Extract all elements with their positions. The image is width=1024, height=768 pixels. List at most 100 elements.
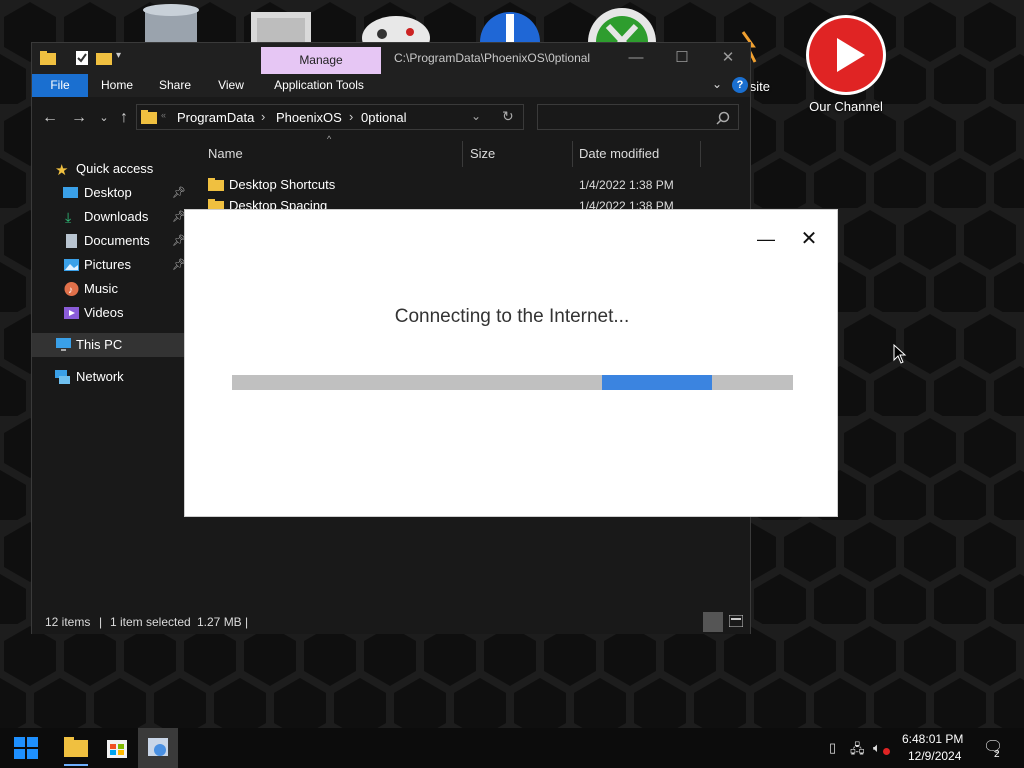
file-name: Desktop Shortcuts — [229, 177, 336, 192]
column-header-name[interactable]: Name — [208, 146, 243, 161]
star-icon: ★ — [55, 162, 69, 179]
nav-network[interactable]: Network — [32, 365, 188, 389]
music-icon: ♪ — [64, 282, 79, 296]
game-controller-icon[interactable] — [348, 0, 444, 60]
nav-downloads[interactable]: ⤓ Downloads 📌︎ — [32, 205, 188, 229]
clock-date[interactable]: 12/9/2024 — [908, 749, 961, 763]
breadcrumb-programdata[interactable]: ProgramData — [177, 110, 254, 125]
notification-count: 2 — [994, 749, 1000, 760]
youtube-play-icon — [806, 15, 886, 95]
large-icons-view-button[interactable] — [729, 615, 743, 627]
volume-muted-icon[interactable]: 🔈︎ — [873, 740, 881, 756]
nav-videos[interactable]: Videos — [32, 301, 188, 325]
forward-button[interactable]: → — [69, 108, 89, 128]
breadcrumb-separator-icon[interactable]: › — [349, 109, 353, 124]
start-button[interactable] — [6, 728, 46, 768]
minimize-button[interactable]: — — [616, 47, 656, 69]
title-bar[interactable]: ▾ Manage C:\ProgramData\PhoenixOS\0ption… — [32, 43, 750, 74]
network-icon — [55, 370, 70, 384]
details-view-button[interactable] — [703, 612, 723, 632]
column-header-size[interactable]: Size — [470, 146, 495, 161]
item-count: 12 items — [45, 615, 91, 629]
nav-label: Documents — [84, 233, 150, 248]
active-app-icon[interactable] — [138, 728, 178, 768]
back-button[interactable]: ← — [40, 108, 60, 128]
address-bar[interactable]: « ProgramData › PhoenixOS › 0ptional ⌄ ↻ — [136, 104, 524, 130]
selection-count: 1 item selected — [110, 615, 191, 629]
nav-music[interactable]: ♪ Music — [32, 277, 188, 301]
column-divider[interactable] — [700, 141, 701, 167]
nav-label: Desktop — [84, 185, 132, 200]
file-date: 1/4/2022 1:38 PM — [579, 178, 674, 192]
tab-file[interactable]: File — [32, 74, 88, 97]
new-folder-icon[interactable] — [96, 51, 112, 65]
expand-ribbon-icon[interactable]: ⌄ — [712, 77, 722, 91]
window-title: C:\ProgramData\PhoenixOS\0ptional — [394, 51, 591, 65]
nav-documents[interactable]: Documents 📌︎ — [32, 229, 188, 253]
svg-text:♪: ♪ — [68, 285, 73, 296]
breadcrumb-optional[interactable]: 0ptional — [361, 110, 407, 125]
store-icon[interactable] — [97, 728, 137, 768]
list-item[interactable]: Desktop Shortcuts 1/4/2022 1:38 PM — [200, 174, 740, 196]
search-input[interactable] — [537, 104, 739, 130]
tab-view[interactable]: View — [208, 74, 254, 97]
status-bar: 12 items | 1 item selected 1.27 MB | — [32, 610, 750, 634]
overflow-chevron-icon[interactable]: « — [161, 110, 166, 120]
picture-icon — [64, 259, 79, 271]
recent-locations-button[interactable]: ⌄ — [94, 108, 114, 128]
video-icon — [64, 307, 79, 319]
xbox-icon[interactable] — [574, 0, 670, 76]
our-channel-shortcut[interactable]: Our Channel — [798, 12, 894, 114]
navigation-pane: ★ Quick access Desktop 📌︎ ⤓ Downloads 📌︎… — [32, 139, 188, 609]
properties-icon[interactable] — [74, 51, 90, 65]
folder-icon — [141, 110, 157, 124]
tab-home[interactable]: Home — [94, 74, 140, 97]
refresh-icon[interactable]: ↻ — [502, 108, 514, 125]
taskbar: ▯ 🖧︎ 🔈︎ 6:48:01 PM 12/9/2024 🗨︎ 2 — [0, 728, 1024, 768]
close-button[interactable]: ✕ — [708, 47, 748, 69]
tab-application-tools[interactable]: Application Tools — [266, 74, 372, 97]
download-icon: ⤓ — [65, 209, 72, 225]
dialog-minimize-button[interactable]: — — [755, 228, 777, 250]
nav-label: Quick access — [76, 161, 154, 176]
address-dropdown-icon[interactable]: ⌄ — [471, 109, 481, 123]
folder-icon — [208, 178, 224, 191]
customize-quick-access-icon[interactable]: ▾ — [116, 50, 121, 61]
up-button[interactable]: ↑ — [114, 108, 134, 128]
maximize-button[interactable]: ☐ — [662, 47, 702, 69]
column-header-date-modified[interactable]: Date modified — [579, 146, 659, 161]
document-icon — [66, 234, 77, 248]
breadcrumb-phoenixos[interactable]: PhoenixOS — [276, 110, 342, 125]
help-icon[interactable]: ? — [732, 77, 748, 93]
status-divider: | — [99, 615, 103, 629]
sort-ascending-icon: ^ — [327, 134, 332, 144]
column-divider[interactable] — [462, 141, 463, 167]
network-icon[interactable]: 🖧︎ — [850, 740, 865, 762]
app-icon[interactable] — [462, 0, 558, 72]
breadcrumb-separator-icon[interactable]: › — [261, 109, 265, 124]
nav-this-pc[interactable]: This PC — [32, 333, 188, 357]
clock-time[interactable]: 6:48:01 PM — [902, 732, 963, 746]
nav-label: Network — [76, 369, 124, 384]
column-divider[interactable] — [572, 141, 573, 167]
nav-quick-access[interactable]: ★ Quick access — [32, 157, 188, 181]
usb-icon[interactable]: ▯ — [829, 740, 836, 756]
computer-icon — [56, 338, 71, 351]
nav-label: Music — [84, 281, 118, 296]
nav-label: Downloads — [84, 209, 149, 224]
file-explorer-icon[interactable] — [56, 728, 96, 768]
connecting-dialog[interactable]: — ✕ Connecting to the Internet... — [184, 209, 838, 517]
status-divider: | — [245, 615, 249, 629]
navigation-row: ← → ⌄ ↑ « ProgramData › PhoenixOS › 0pti… — [32, 98, 750, 138]
tab-manage[interactable]: Manage — [261, 47, 381, 74]
tab-share[interactable]: Share — [152, 74, 198, 97]
nav-label: This PC — [76, 337, 123, 352]
nav-label: Pictures — [84, 257, 131, 272]
nav-pictures[interactable]: Pictures 📌︎ — [32, 253, 188, 277]
progress-bar — [232, 375, 793, 390]
folder-icon[interactable] — [233, 0, 329, 45]
recycle-bin-icon[interactable] — [123, 0, 219, 45]
nav-desktop[interactable]: Desktop 📌︎ — [32, 181, 188, 205]
pin-icon[interactable]: 📌︎ — [172, 181, 186, 205]
dialog-close-button[interactable]: ✕ — [798, 228, 820, 250]
